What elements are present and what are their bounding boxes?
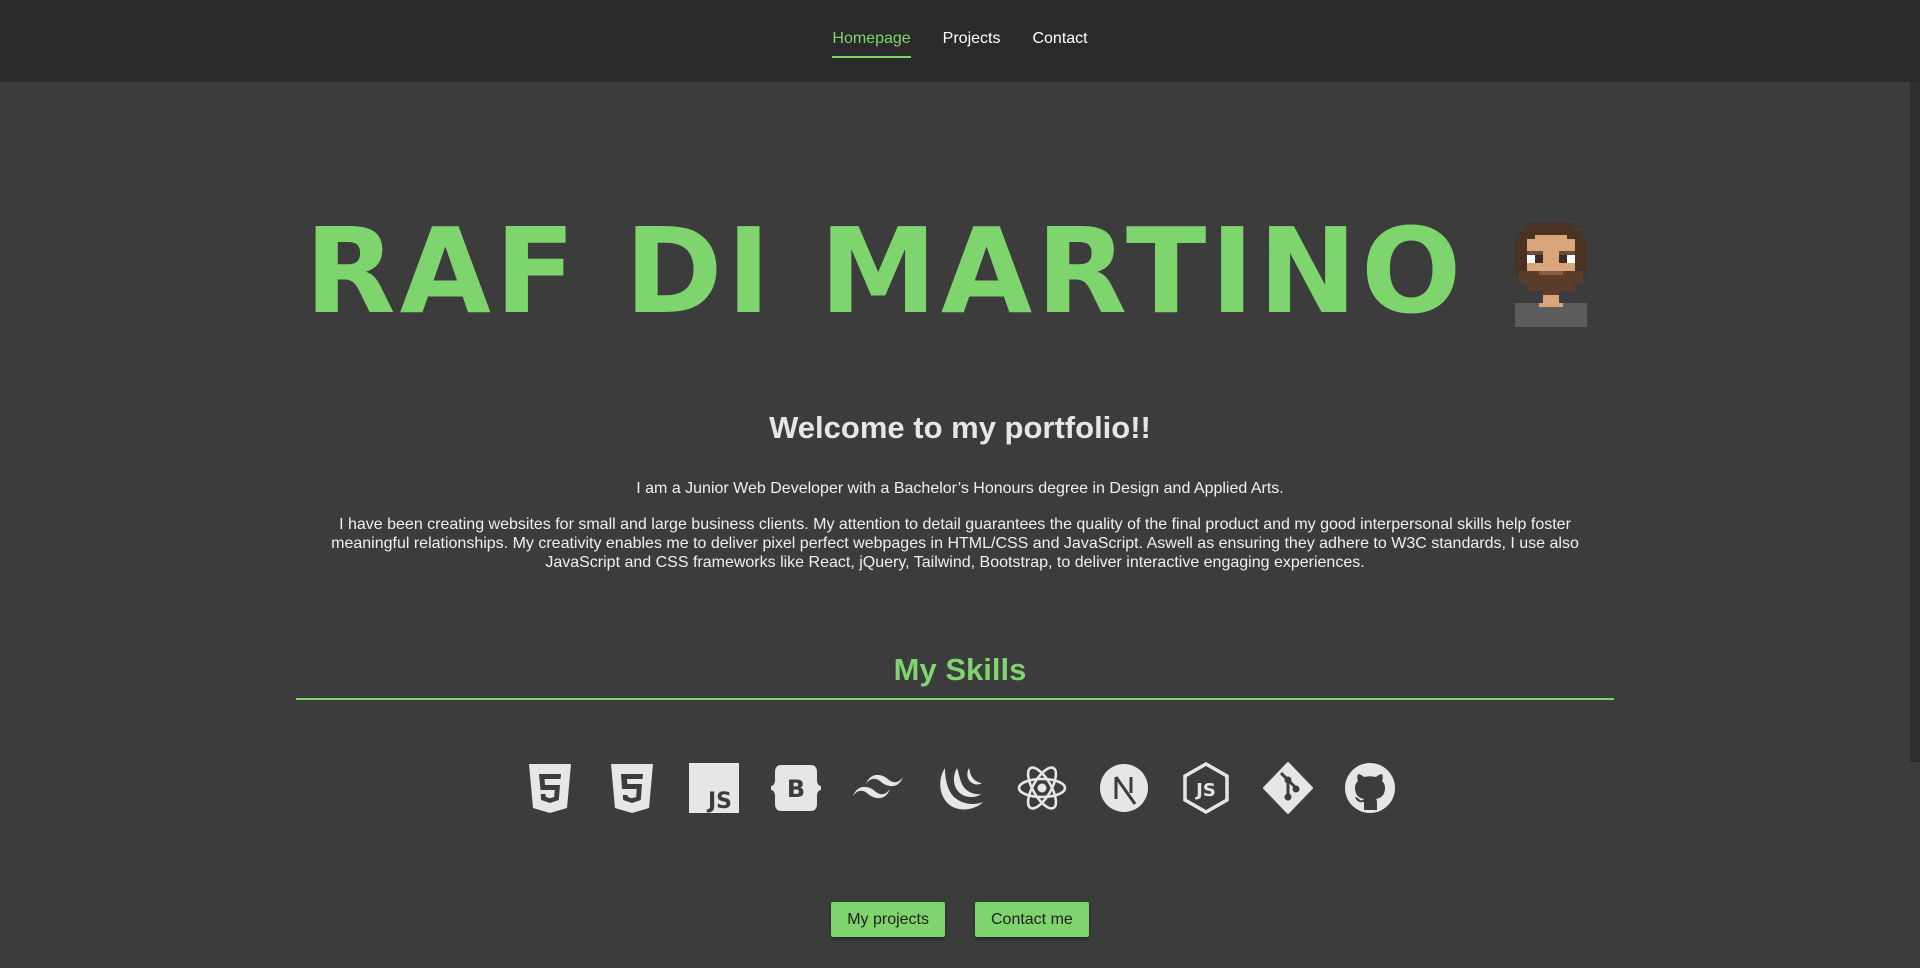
skills-divider (296, 698, 1614, 700)
jquery-icon (935, 762, 985, 814)
nodejs-icon: JS (1181, 762, 1231, 814)
intro-text: I am a Junior Web Developer with a Bache… (636, 480, 1284, 497)
my-projects-button[interactable]: My projects (831, 902, 945, 937)
nav-projects-link[interactable]: Projects (943, 30, 1001, 58)
react-icon (1017, 762, 1067, 814)
svg-text:B: B (787, 775, 805, 803)
nav-homepage-link[interactable]: Homepage (832, 30, 911, 58)
hero-section: RAF DI MARTINO (0, 212, 1920, 330)
skills-heading: My Skills (893, 652, 1027, 687)
svg-text:JS: JS (1194, 780, 1216, 801)
hero-title: RAF DI MARTINO (304, 202, 1466, 340)
css3-icon (607, 762, 657, 814)
bootstrap-icon: B (771, 762, 821, 814)
nextjs-icon (1099, 762, 1149, 814)
skills-icons-row: JS B JS (0, 762, 1920, 814)
contact-me-button[interactable]: Contact me (974, 902, 1089, 937)
git-icon (1263, 762, 1313, 814)
html5-icon (525, 762, 575, 814)
tailwind-icon (853, 762, 903, 814)
top-navbar: Homepage Projects Contact (0, 0, 1920, 82)
pixel-art-avatar-icon (1515, 223, 1588, 327)
svg-text:JS: JS (706, 789, 732, 814)
bio-text: I have been creating websites for small … (331, 516, 1579, 571)
nav-links: Homepage Projects Contact (832, 30, 1088, 58)
github-icon (1345, 762, 1395, 814)
cta-buttons: My projects Contact me (0, 902, 1920, 937)
javascript-icon: JS (689, 762, 739, 814)
welcome-heading: Welcome to my portfolio!! (769, 410, 1151, 445)
nav-contact-link[interactable]: Contact (1032, 30, 1087, 58)
